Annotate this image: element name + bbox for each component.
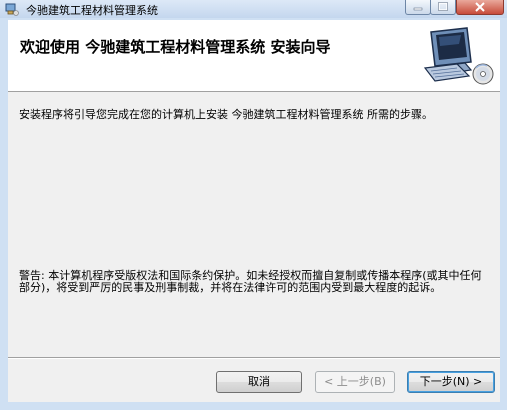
computer-disc-icon — [423, 27, 494, 85]
maximize-icon — [438, 2, 448, 11]
footer-divider — [8, 357, 500, 359]
copyright-warning: 警告: 本计算机程序受版权法和国际条约保护。如未经授权而擅自复制或传播本程序(或… — [19, 269, 482, 294]
instruction-text: 安装程序将引导您完成在您的计算机上安装 今驰建筑工程材料管理系统 所需的步骤。 — [19, 108, 433, 121]
wizard-client-area: 欢迎使用 今驰建筑工程材料管理系统 安装向导 安装程序将引导您完成在您的计算机上… — [8, 20, 500, 402]
close-button[interactable] — [456, 0, 504, 15]
title-bar[interactable]: 今驰建筑工程材料管理系统 — [0, 0, 507, 18]
minimize-button[interactable] — [405, 0, 431, 15]
next-button[interactable]: 下一步(N) > — [407, 371, 495, 393]
maximize-button[interactable] — [430, 0, 456, 15]
minimize-icon — [413, 7, 423, 11]
installer-app-icon — [5, 3, 19, 16]
back-button[interactable]: < 上一步(B) — [315, 371, 395, 393]
close-icon — [475, 2, 485, 12]
window-title: 今驰建筑工程材料管理系统 — [26, 4, 158, 17]
wizard-header: 欢迎使用 今驰建筑工程材料管理系统 安装向导 — [8, 20, 500, 92]
cancel-button[interactable]: 取消 — [216, 371, 302, 393]
wizard-title: 欢迎使用 今驰建筑工程材料管理系统 安装向导 — [20, 38, 331, 56]
